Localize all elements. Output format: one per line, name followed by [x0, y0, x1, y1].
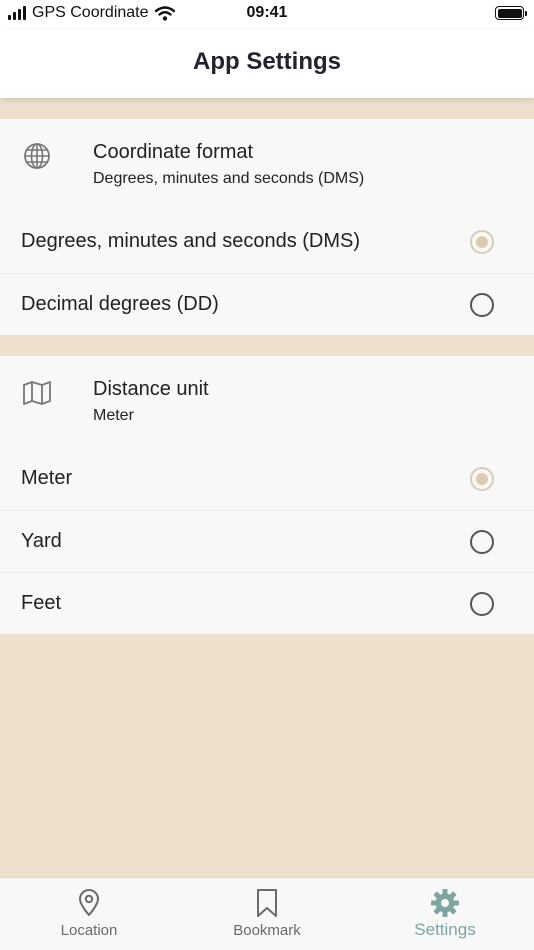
option-dd[interactable]: Decimal degrees (DD): [0, 273, 534, 335]
option-yard[interactable]: Yard: [0, 510, 534, 572]
tab-bar: Location Bookmark Settings: [0, 877, 534, 950]
option-label: Decimal degrees (DD): [21, 293, 219, 315]
tab-settings[interactable]: Settings: [356, 878, 534, 950]
distance-unit-value: Meter: [93, 407, 134, 424]
radio-dms[interactable]: [470, 230, 494, 254]
coordinate-format-title: Coordinate format: [93, 141, 254, 163]
status-time: 09:41: [246, 4, 288, 21]
distance-unit-section: Distance unit Meter Meter Yard Feet: [0, 356, 534, 634]
bookmark-icon: [257, 889, 277, 917]
radio-dd[interactable]: [470, 293, 494, 317]
map-icon: [23, 381, 51, 405]
gear-icon: [431, 889, 459, 917]
option-label: Degrees, minutes and seconds (DMS): [21, 230, 361, 252]
map-pin-icon: [79, 889, 99, 916]
battery-icon: [495, 6, 527, 20]
radio-feet[interactable]: [470, 592, 494, 616]
radio-yard[interactable]: [470, 530, 494, 554]
tab-label: Bookmark: [233, 922, 301, 939]
tab-bookmark[interactable]: Bookmark: [178, 878, 356, 950]
nav-header: App Settings: [0, 30, 534, 98]
option-feet[interactable]: Feet: [0, 572, 534, 634]
radio-meter[interactable]: [470, 467, 494, 491]
option-dms[interactable]: Degrees, minutes and seconds (DMS): [0, 211, 534, 273]
option-label: Yard: [21, 530, 62, 552]
option-meter[interactable]: Meter: [0, 448, 534, 510]
tab-label: Location: [60, 922, 118, 939]
page-title: App Settings: [193, 48, 341, 75]
distance-unit-title: Distance unit: [93, 378, 209, 400]
option-label: Feet: [21, 592, 62, 614]
option-label: Meter: [21, 467, 73, 489]
status-bar: GPS Coordinate 09:41: [0, 0, 534, 30]
coordinate-format-header: Coordinate format Degrees, minutes and s…: [0, 119, 534, 211]
globe-icon: [24, 143, 50, 169]
coordinate-format-value: Degrees, minutes and seconds (DMS): [93, 170, 365, 187]
tab-label: Settings: [414, 920, 476, 939]
distance-unit-header: Distance unit Meter: [0, 356, 534, 448]
tab-location[interactable]: Location: [0, 878, 178, 950]
coordinate-format-section: Coordinate format Degrees, minutes and s…: [0, 119, 534, 335]
